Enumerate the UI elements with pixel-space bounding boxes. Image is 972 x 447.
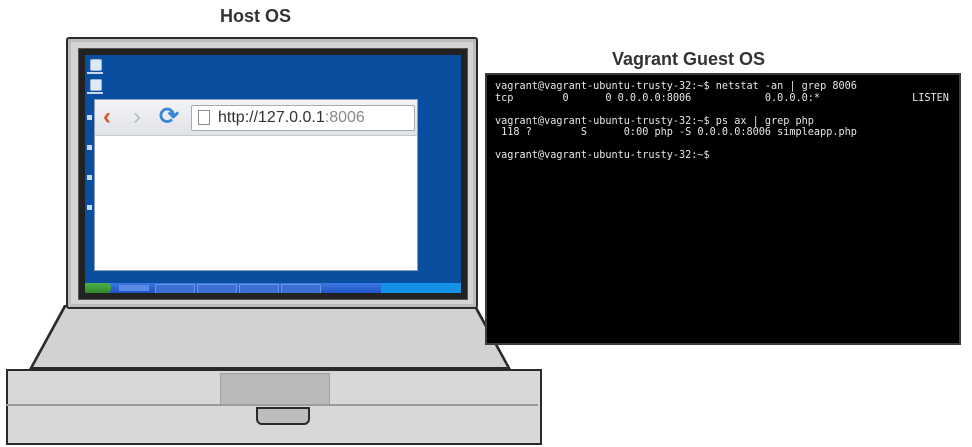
laptop-bezel: ‹ › ⟳ http://127.0.0.1:8006 — [78, 48, 468, 300]
terminal-line: vagrant@vagrant-ubuntu-trusty-32:~$ — [495, 150, 710, 161]
taskbar-item[interactable] — [197, 284, 237, 293]
system-tray — [381, 283, 461, 293]
guest-os-label: Vagrant Guest OS — [612, 49, 766, 69]
taskbar-item[interactable] — [155, 284, 195, 293]
desktop-icon-label — [87, 92, 103, 94]
start-button[interactable] — [85, 283, 111, 293]
terminal-line: tcp 0 0 0.0.0.0:8006 0.0.0.0:* LISTEN — [495, 92, 949, 104]
desktop-icon[interactable] — [87, 175, 92, 180]
forward-icon[interactable]: › — [133, 104, 141, 130]
reload-icon[interactable]: ⟳ — [159, 104, 179, 130]
terminal-line: vagrant@vagrant-ubuntu-trusty-32:~$ nets… — [495, 81, 857, 92]
desktop-icon[interactable] — [90, 59, 102, 71]
back-icon[interactable]: ‹ — [103, 104, 111, 130]
desktop-icon[interactable] — [87, 205, 92, 210]
laptop-latch — [256, 407, 310, 425]
desktop-icon[interactable] — [90, 79, 102, 91]
terminal-line: vagrant@vagrant-ubuntu-trusty-32:~$ ps a… — [495, 115, 814, 127]
terminal-line: 118 ? S 0:00 php -S 0.0.0.0:8006 simplea… — [495, 127, 857, 138]
desktop-icon[interactable] — [87, 145, 92, 150]
desktop-icon-label — [87, 72, 103, 74]
browser-toolbar: ‹ › ⟳ http://127.0.0.1:8006 — [95, 100, 417, 136]
host-desktop: ‹ › ⟳ http://127.0.0.1:8006 — [85, 55, 461, 293]
url-host: http://127.0.0.1 — [218, 109, 325, 126]
url-port: :8006 — [324, 109, 365, 126]
quick-launch[interactable] — [119, 285, 149, 291]
host-os-label: Host OS — [220, 6, 292, 26]
laptop-keyboard-deck — [32, 307, 508, 367]
page-icon — [198, 110, 210, 125]
guest-terminal[interactable]: vagrant@vagrant-ubuntu-trusty-32:~$ nets… — [485, 73, 961, 345]
taskbar — [85, 283, 461, 293]
url-text: http://127.0.0.1:8006 — [218, 109, 365, 127]
laptop-touchpad — [220, 373, 330, 405]
browser-window: ‹ › ⟳ http://127.0.0.1:8006 — [94, 99, 418, 271]
taskbar-item[interactable] — [239, 284, 279, 293]
laptop-lid: ‹ › ⟳ http://127.0.0.1:8006 — [66, 37, 478, 309]
desktop-icon[interactable] — [87, 115, 92, 120]
taskbar-item[interactable] — [281, 284, 321, 293]
terminal-output: vagrant@vagrant-ubuntu-trusty-32:~$ nets… — [495, 81, 949, 162]
address-bar[interactable]: http://127.0.0.1:8006 — [191, 105, 415, 131]
